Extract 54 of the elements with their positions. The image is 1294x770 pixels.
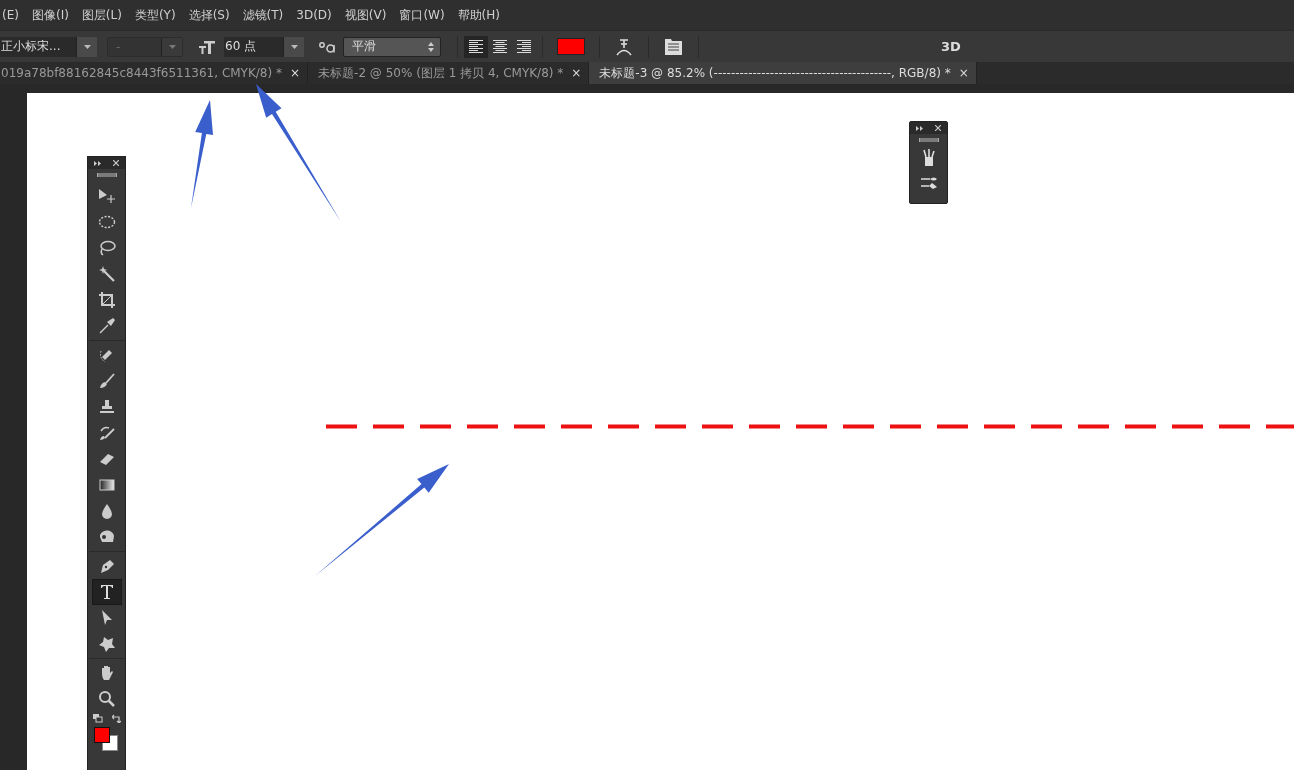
close-button[interactable]: × <box>571 66 582 80</box>
move-icon <box>97 187 116 205</box>
collapse-icon[interactable] <box>916 125 923 131</box>
menu-item[interactable]: 滤镜(T) <box>242 6 284 24</box>
close-icon[interactable] <box>935 125 941 131</box>
menu-item[interactable]: 图像(I) <box>31 6 69 24</box>
brush-icon <box>97 372 116 390</box>
text-tool[interactable] <box>91 579 122 605</box>
stamp-icon <box>97 398 116 416</box>
menu-item[interactable]: 图层(L) <box>81 6 122 24</box>
foreground-color-swatch[interactable] <box>93 727 110 743</box>
antialias-icon <box>319 40 335 53</box>
close-button[interactable]: × <box>290 66 301 80</box>
close-button[interactable]: × <box>958 66 969 80</box>
align-right-icon <box>517 40 531 53</box>
menu-item[interactable]: 窗口(W) <box>399 6 445 24</box>
zoom-icon <box>97 690 116 708</box>
antialias-dropdown[interactable]: 平滑 <box>343 36 441 57</box>
grip-icon[interactable] <box>918 138 939 142</box>
default-colors-icon[interactable] <box>92 714 103 723</box>
caret-icon <box>83 44 91 49</box>
grip-icon[interactable] <box>96 173 117 177</box>
crop-icon <box>97 291 116 309</box>
menu-item[interactable]: 帮助(H) <box>457 6 500 24</box>
gradient-icon <box>97 476 116 494</box>
shape-icon <box>97 635 116 653</box>
history-icon <box>97 424 116 442</box>
align-center-icon <box>493 40 507 53</box>
menu-item[interactable]: 选择(S) <box>188 6 230 24</box>
document-tab[interactable]: 未标题-3 @ 85.2% (-----------------------------------------, RGB/8) * × <box>589 62 977 84</box>
eyedropper-icon <box>97 317 116 335</box>
stepper-icon <box>428 41 434 52</box>
collapse-icon[interactable] <box>94 160 101 166</box>
menu-item[interactable]: 视图(V) <box>344 6 387 24</box>
menu-item[interactable]: 3D(D) <box>296 8 332 22</box>
font-family-dropdown[interactable]: 正小标宋... <box>0 36 97 57</box>
text-color-swatch[interactable] <box>557 38 585 55</box>
align-left-button[interactable] <box>464 35 488 58</box>
font-size-dropdown[interactable]: 60 点 <box>224 36 304 57</box>
align-left-icon <box>469 40 483 53</box>
panel-icon[interactable] <box>665 38 682 55</box>
menu-item[interactable]: (E) <box>2 8 19 22</box>
lasso-icon <box>97 239 116 257</box>
close-icon[interactable] <box>113 160 119 166</box>
3d-mode-label[interactable]: 3D <box>941 39 961 54</box>
font-size-icon <box>198 38 216 55</box>
swap-colors-icon[interactable] <box>111 714 121 723</box>
menu-item[interactable]: 类型(Y) <box>134 6 176 24</box>
caret-icon <box>290 44 298 49</box>
brush-presets-icon[interactable] <box>920 148 937 166</box>
brush-settings-icon[interactable] <box>919 176 938 190</box>
warp-text-icon[interactable] <box>616 37 632 56</box>
marquee-icon <box>97 213 116 231</box>
caret-icon <box>168 44 176 49</box>
